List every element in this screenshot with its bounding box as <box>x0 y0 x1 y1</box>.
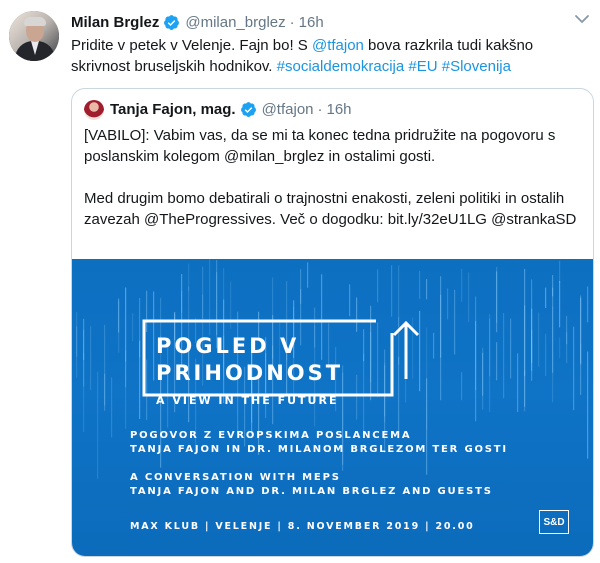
verified-badge-icon <box>240 101 256 117</box>
banner-text-line: A CONVERSATION WITH MEPS <box>130 472 341 483</box>
quoted-author-avatar <box>84 100 104 120</box>
banner-event-details: MAX KLUB | VELENJE | 8. NOVEMBER 2019 | … <box>130 521 475 532</box>
banner-title-line: POGLED V <box>156 334 300 358</box>
quoted-paragraph: Med drugim bomo debatirali o trajnostni … <box>84 190 577 228</box>
arrow-frame-graphic <box>142 319 420 397</box>
quoted-author-name: Tanja Fajon, mag. <box>110 100 236 118</box>
quoted-tweet-text: [VABILO]: Vabim vas, da se mi ta konec t… <box>84 125 584 230</box>
verified-badge-icon <box>164 14 180 30</box>
banner-title-line: PRIHODNOST <box>156 361 344 385</box>
quoted-tweet[interactable]: Tanja Fajon, mag. @tfajon · 16h [VABILO]… <box>71 88 594 557</box>
tweet-text-segment: Pridite v petek v Velenje. Fajn bo! S <box>71 37 312 54</box>
quoted-tweet-header: Tanja Fajon, mag. @tfajon · 16h <box>110 99 352 119</box>
tweet-header: Milan Brglez @milan_brglez · 16h <box>71 12 324 32</box>
digital-rain-pattern <box>76 259 589 479</box>
hashtag-link[interactable]: #Slovenija <box>442 58 511 75</box>
mention-link[interactable]: @tfajon <box>312 37 364 54</box>
separator-dot: · <box>317 100 323 118</box>
hashtag-link[interactable]: #socialdemokracija <box>277 58 405 75</box>
author-avatar[interactable] <box>9 11 59 61</box>
banner-subtitle: A VIEW IN THE FUTURE <box>156 394 339 407</box>
chevron-down-icon[interactable] <box>574 13 590 25</box>
author-name[interactable]: Milan Brglez <box>71 14 159 31</box>
author-handle[interactable]: @milan_brglez <box>185 14 285 31</box>
quoted-paragraph: [VABILO]: Vabim vas, da se mi ta konec t… <box>84 127 556 165</box>
separator-dot: · <box>289 13 295 31</box>
sd-logo: S&D <box>539 510 569 534</box>
banner-text-line: POGOVOR Z EVROPSKIMA POSLANCEMA <box>130 430 412 441</box>
banner-text-line: TANJA FAJON AND DR. MILAN BRGLEZ AND GUE… <box>130 486 493 497</box>
event-banner-image[interactable]: POGLED V PRIHODNOST A VIEW IN THE FUTURE… <box>72 259 593 556</box>
tweet: Milan Brglez @milan_brglez · 16h Pridite… <box>0 0 600 563</box>
tweet-time[interactable]: 16h <box>299 14 324 31</box>
quoted-tweet-time: 16h <box>326 100 352 118</box>
tweet-text: Pridite v petek v Velenje. Fajn bo! S @t… <box>71 35 586 77</box>
hashtag-link[interactable]: #EU <box>408 58 437 75</box>
quoted-author-handle: @tfajon <box>261 100 314 118</box>
banner-text-line: TANJA FAJON IN DR. MILANOM BRGLEZOM TER … <box>130 444 508 455</box>
